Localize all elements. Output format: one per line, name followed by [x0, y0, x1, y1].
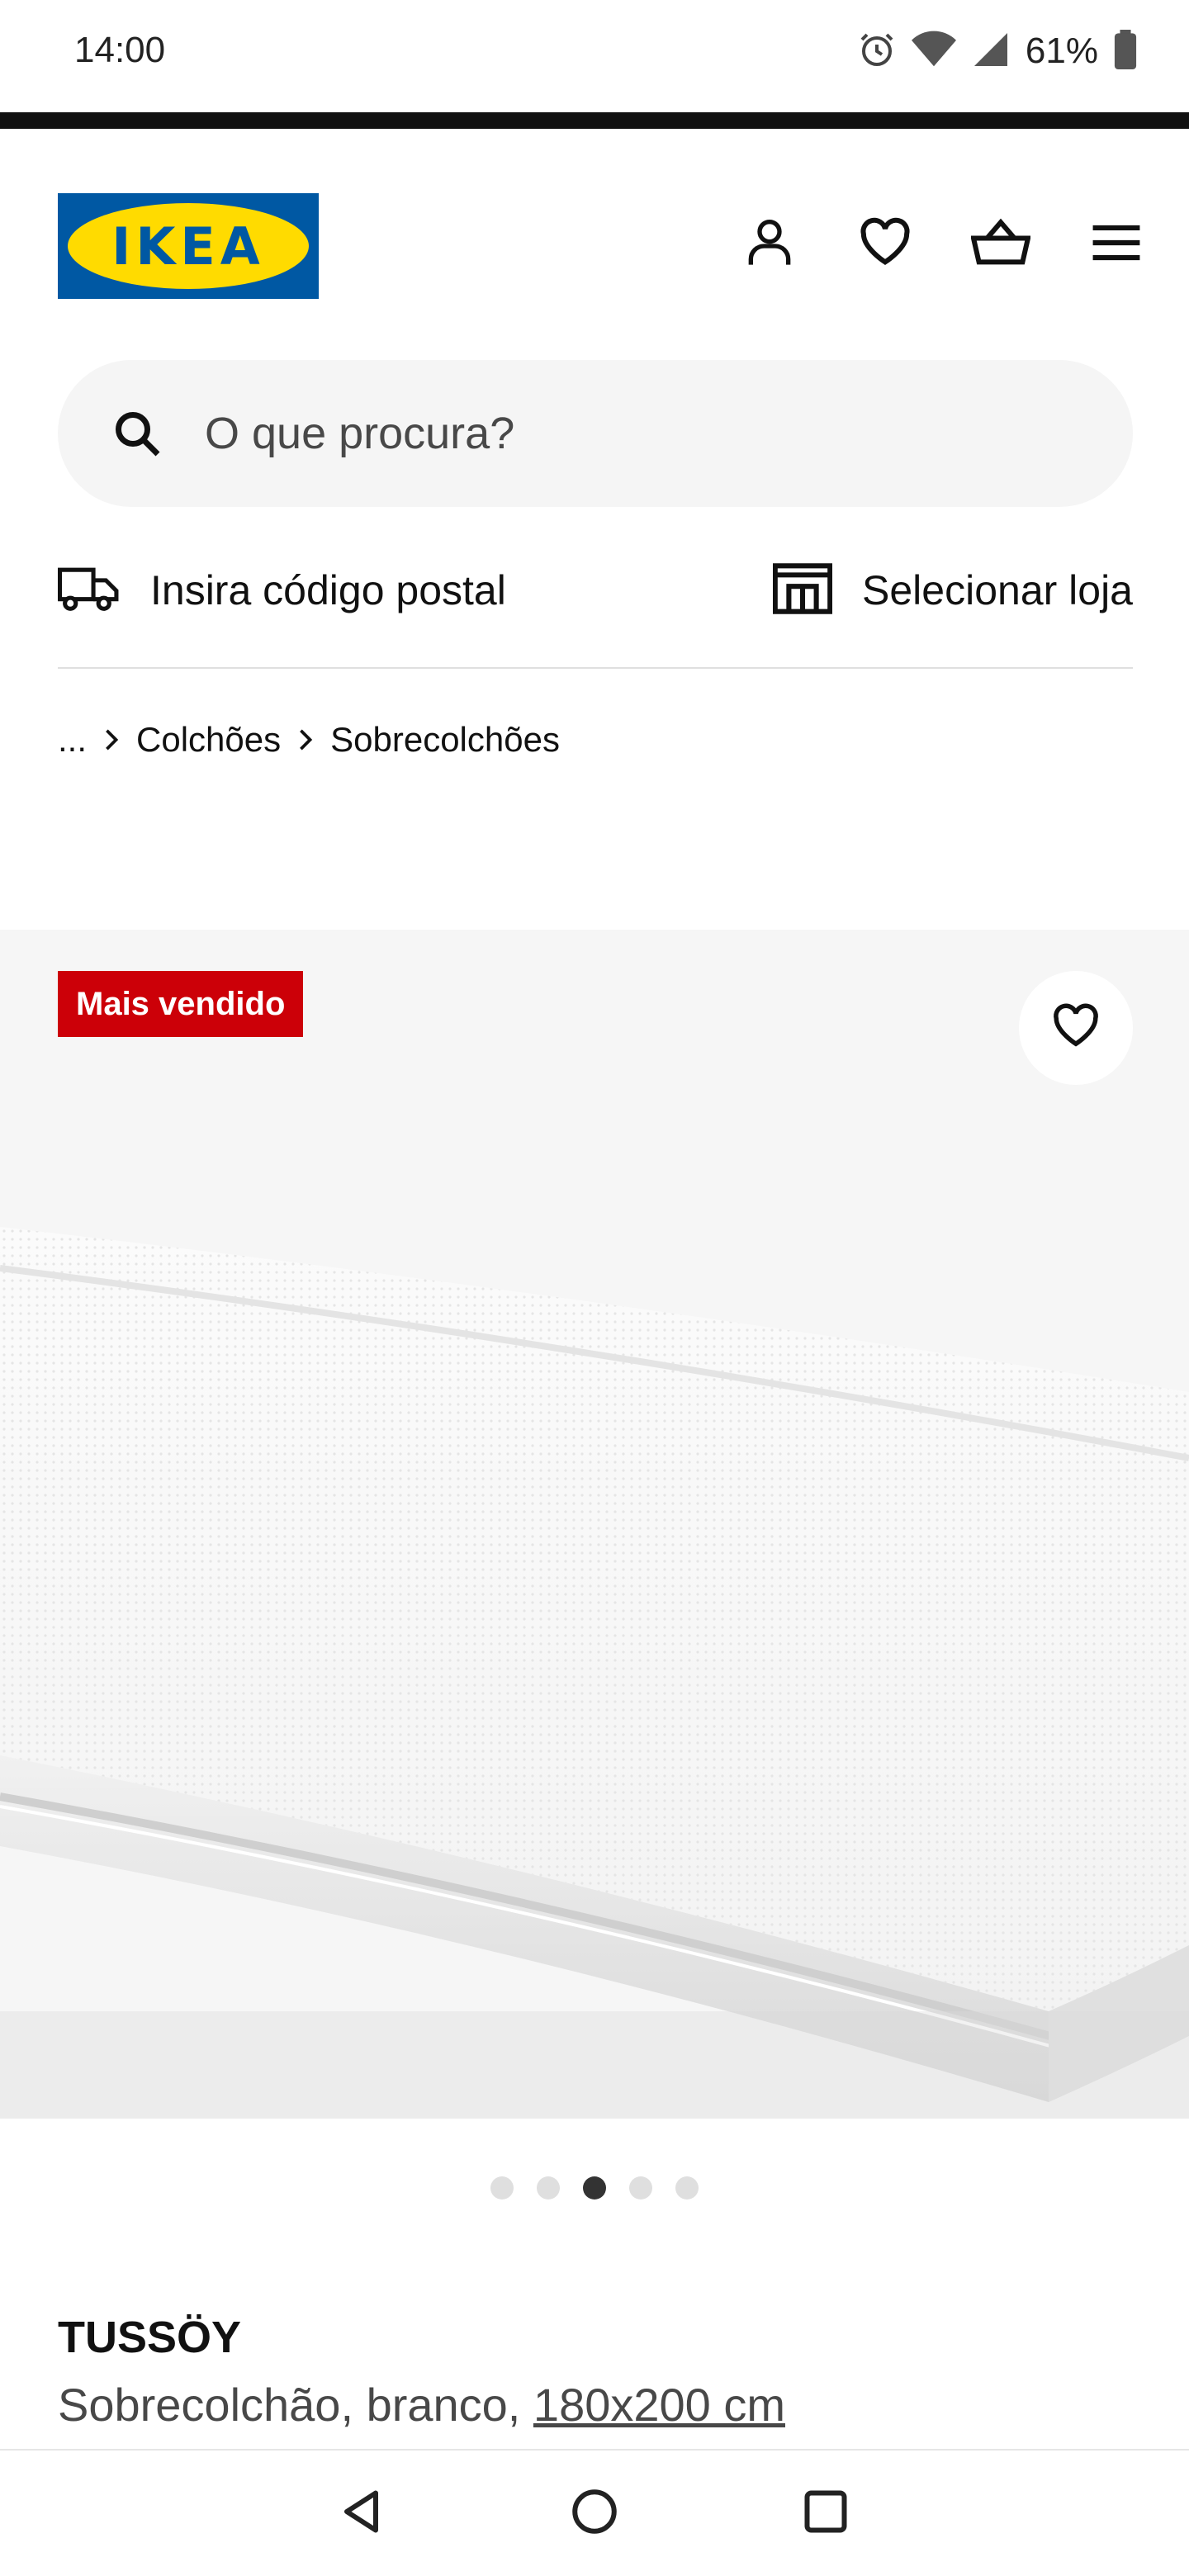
search-input[interactable]	[205, 408, 1080, 459]
select-store-label: Selecionar loja	[862, 567, 1133, 613]
postal-code-label: Insira código postal	[150, 567, 506, 613]
recents-square-icon	[801, 2487, 850, 2540]
product-image[interactable]: Mais vendido	[0, 930, 1189, 2119]
product-description: Sobrecolchão, branco, 180x200 cm	[58, 2378, 785, 2432]
ikea-logo[interactable]: IKEA	[58, 193, 319, 299]
location-row: Insira código postal Selecionar loja	[58, 553, 1133, 627]
carousel-dot-active[interactable]	[583, 2176, 606, 2200]
image-carousel-dots	[0, 2176, 1189, 2200]
back-button[interactable]	[330, 2480, 396, 2546]
home-circle-icon	[570, 2487, 619, 2540]
product-size-link[interactable]: 180x200 cm	[533, 2379, 785, 2431]
search-bar[interactable]	[58, 360, 1133, 507]
select-store-button[interactable]: Selecionar loja	[772, 553, 1133, 627]
divider	[58, 667, 1133, 669]
menu-icon	[1091, 221, 1142, 268]
carousel-dot[interactable]	[490, 2176, 514, 2200]
system-nav-bar	[0, 2449, 1189, 2576]
signal-icon	[971, 30, 1011, 73]
product-description-text: Sobrecolchão, branco,	[58, 2379, 533, 2431]
breadcrumb-ellipsis[interactable]: ...	[58, 720, 87, 760]
menu-button[interactable]	[1083, 211, 1149, 277]
carousel-dot[interactable]	[537, 2176, 560, 2200]
recents-button[interactable]	[793, 2480, 859, 2546]
basket-icon	[970, 215, 1031, 274]
battery-icon	[1113, 29, 1138, 73]
profile-button[interactable]	[737, 211, 803, 277]
breadcrumb-item-colchoes[interactable]: Colchões	[136, 720, 281, 760]
basket-button[interactable]	[968, 211, 1034, 277]
mattress-topper-image	[0, 930, 1189, 2119]
product-name: TUSSÖY	[58, 2313, 242, 2362]
chevron-right-icon	[281, 729, 330, 751]
wifi-icon	[911, 30, 956, 73]
logo-oval: IKEA	[68, 203, 309, 289]
header-actions	[737, 211, 1149, 277]
postal-code-button[interactable]: Insira código postal	[58, 553, 506, 627]
carousel-dot[interactable]	[675, 2176, 699, 2200]
alarm-icon	[857, 30, 897, 73]
top-rule	[0, 112, 1189, 129]
best-seller-badge: Mais vendido	[58, 971, 304, 1037]
search-icon	[111, 407, 163, 460]
home-button[interactable]	[561, 2480, 628, 2546]
status-bar: 14:00 61%	[0, 0, 1189, 111]
battery-percentage: 61%	[1025, 31, 1098, 71]
carousel-dot[interactable]	[629, 2176, 652, 2200]
back-triangle-icon	[339, 2487, 388, 2540]
favourites-button[interactable]	[852, 211, 918, 277]
heart-icon	[858, 215, 912, 274]
logo-text: IKEA	[111, 215, 265, 277]
heart-icon	[1051, 1002, 1101, 1055]
status-icons: 61%	[857, 26, 1138, 76]
breadcrumb: ... Colchões Sobrecolchões	[58, 715, 560, 765]
truck-icon	[58, 566, 121, 616]
add-to-favourites-button[interactable]	[1019, 971, 1133, 1085]
profile-icon	[743, 216, 796, 273]
status-time: 14:00	[74, 30, 166, 70]
breadcrumb-item-sobrecolchoes[interactable]: Sobrecolchões	[330, 720, 560, 760]
store-icon	[772, 562, 833, 618]
chevron-right-icon	[87, 729, 136, 751]
